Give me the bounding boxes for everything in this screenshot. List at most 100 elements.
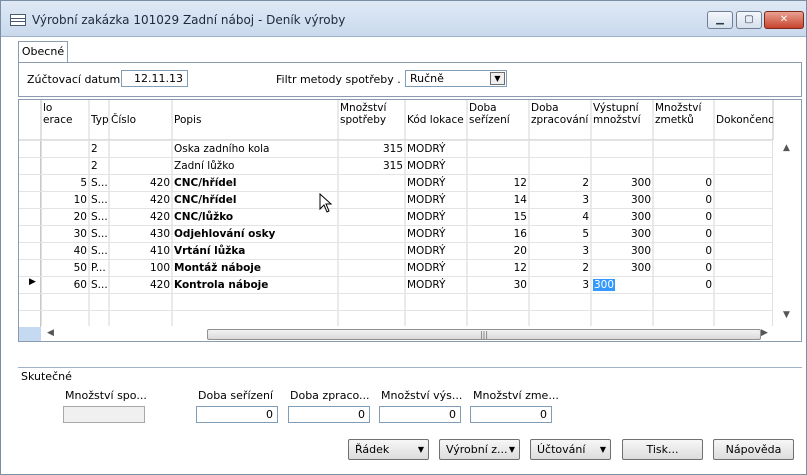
cell-scrap-qty[interactable]: 0 — [653, 226, 714, 242]
cell-finished[interactable] — [714, 260, 773, 276]
header-scrap-qty[interactable]: Množství zmetků — [653, 100, 714, 140]
cell-type[interactable]: S... — [89, 175, 109, 191]
header-finished[interactable]: Dokončeno — [714, 100, 773, 140]
cell-no[interactable]: 420 — [109, 192, 172, 208]
cell-no[interactable]: 420 — [109, 277, 172, 293]
cell-no[interactable]: 420 — [109, 175, 172, 191]
header-output-qty[interactable]: Výstupní množství — [591, 100, 653, 140]
cell-consumption-qty[interactable] — [338, 277, 405, 293]
cell-description[interactable]: Zadní lůžko — [172, 158, 338, 174]
cell-finished[interactable] — [714, 192, 773, 208]
cell-run-time[interactable]: 3 — [529, 192, 591, 208]
cell-output-qty[interactable]: 300 — [591, 243, 653, 259]
cell-setup-time[interactable]: 16 — [467, 226, 529, 242]
cell-output-qty[interactable]: 300 — [591, 277, 653, 293]
cell-type[interactable]: P... — [89, 260, 109, 276]
horizontal-scrollbar[interactable]: ◀ ||| ▶ — [41, 326, 773, 341]
cell-scrap-qty[interactable]: 0 — [653, 209, 714, 225]
cell-setup-time[interactable]: 12 — [467, 175, 529, 191]
cell-location-code[interactable]: MODRÝ — [405, 158, 467, 174]
cell-location-code[interactable]: MODRÝ — [405, 175, 467, 191]
cell-location-code[interactable]: MODRÝ — [405, 277, 467, 293]
cell-run-time[interactable]: 5 — [529, 226, 591, 242]
table-row[interactable]: 30 S... 430 Odjehlování osky MODRÝ 16 5 300 0 — [19, 225, 773, 242]
cell-output-qty[interactable]: 300 — [591, 260, 653, 276]
cell-setup-time[interactable]: 30 — [467, 277, 529, 293]
cell-no[interactable] — [109, 141, 172, 157]
cell-operation-no[interactable]: 20 — [41, 209, 89, 225]
cell-finished[interactable] — [714, 158, 773, 174]
row-selector[interactable] — [19, 141, 41, 157]
cell-type[interactable]: 2 — [89, 158, 109, 174]
cell-operation-no[interactable]: 10 — [41, 192, 89, 208]
cell-consumption-qty[interactable]: 315 — [338, 141, 405, 157]
cell-output-qty[interactable]: 300 — [591, 175, 653, 191]
scroll-up-icon[interactable]: ▲ — [783, 143, 790, 153]
actual-output-qty-field[interactable]: 0 — [379, 406, 461, 423]
cell-description[interactable]: CNC/hřídel — [172, 175, 338, 191]
cell-scrap-qty[interactable]: 0 — [653, 243, 714, 259]
cell-scrap-qty[interactable] — [653, 141, 714, 157]
cell-scrap-qty[interactable]: 0 — [653, 175, 714, 191]
cell-output-qty[interactable] — [591, 158, 653, 174]
selected-output-value[interactable]: 300 — [593, 279, 616, 291]
table-row[interactable]: ▶ 60 S... 420 Kontrola náboje MODRÝ 30 3 300 0 — [19, 276, 773, 293]
row-selector[interactable] — [19, 158, 41, 174]
cell-scrap-qty[interactable]: 0 — [653, 192, 714, 208]
cell-operation-no[interactable]: 60 — [41, 277, 89, 293]
cell-run-time[interactable]: 3 — [529, 277, 591, 293]
cell-location-code[interactable]: MODRÝ — [405, 260, 467, 276]
header-description[interactable]: Popis — [172, 100, 338, 140]
cell-finished[interactable] — [714, 141, 773, 157]
cell-type[interactable]: 2 — [89, 141, 109, 157]
row-selector[interactable] — [19, 311, 41, 327]
cell-run-time[interactable]: 3 — [529, 243, 591, 259]
production-order-menu-button[interactable]: Výrobní z... ▼ — [439, 439, 520, 460]
table-row[interactable]: 20 S... 420 CNC/lůžko MODRÝ 15 4 300 0 — [19, 208, 773, 225]
cell-description[interactable]: CNC/hřídel — [172, 192, 338, 208]
cell-type[interactable]: S... — [89, 277, 109, 293]
help-button[interactable]: Nápověda — [713, 439, 794, 460]
tab-general[interactable]: Obecné — [18, 41, 68, 63]
table-row[interactable] — [19, 310, 773, 327]
maximize-button[interactable]: ▢ — [736, 11, 762, 29]
vertical-scrollbar[interactable]: ▲ ▼ — [773, 140, 801, 326]
table-row[interactable]: 2 Oska zadního kola 315 MODRÝ — [19, 140, 773, 157]
cell-setup-time[interactable]: 15 — [467, 209, 529, 225]
table-row[interactable]: 40 S... 410 Vrtání lůžka MODRÝ 20 3 300 0 — [19, 242, 773, 259]
cell-output-qty[interactable]: 300 — [591, 192, 653, 208]
actual-scrap-qty-field[interactable]: 0 — [470, 406, 552, 423]
line-menu-button[interactable]: Řádek ▼ — [348, 439, 429, 460]
cell-finished[interactable] — [714, 277, 773, 293]
posting-menu-button[interactable]: Účtování ▼ — [530, 439, 611, 460]
row-selector[interactable] — [19, 226, 41, 242]
cell-run-time[interactable]: 2 — [529, 175, 591, 191]
header-type[interactable]: Typ — [89, 100, 109, 140]
scroll-left-icon[interactable]: ◀ — [47, 328, 54, 338]
cell-type[interactable]: S... — [89, 243, 109, 259]
cell-setup-time[interactable]: 20 — [467, 243, 529, 259]
print-button[interactable]: Tisk... — [622, 439, 703, 460]
cell-output-qty[interactable]: 300 — [591, 226, 653, 242]
title-bar[interactable]: Výrobní zakázka 101029 Zadní náboj - Den… — [1, 1, 806, 37]
cell-location-code[interactable]: MODRÝ — [405, 192, 467, 208]
actual-setup-time-field[interactable]: 0 — [196, 406, 278, 423]
cell-setup-time[interactable]: 12 — [467, 260, 529, 276]
cell-finished[interactable] — [714, 226, 773, 242]
cell-operation-no[interactable]: 30 — [41, 226, 89, 242]
cell-operation-no[interactable]: 5 — [41, 175, 89, 191]
scroll-right-icon[interactable]: ▶ — [761, 328, 768, 338]
table-row[interactable] — [19, 293, 773, 310]
flushing-method-filter-select[interactable]: Ručně ▼ — [405, 70, 507, 87]
table-row[interactable]: 5 S... 420 CNC/hřídel MODRÝ 12 2 300 0 — [19, 174, 773, 191]
cell-run-time[interactable] — [529, 141, 591, 157]
cell-no[interactable]: 420 — [109, 209, 172, 225]
scroll-down-icon[interactable]: ▼ — [783, 310, 790, 320]
row-selector[interactable]: ▶ — [19, 277, 41, 293]
horizontal-scroll-thumb[interactable]: ||| — [207, 329, 761, 340]
cell-operation-no[interactable] — [41, 158, 89, 174]
header-consumption-qty[interactable]: Množství spotřeby — [338, 100, 405, 140]
close-button[interactable]: ✕ — [764, 11, 804, 29]
header-run-time[interactable]: Doba zpracování — [529, 100, 591, 140]
cell-description[interactable]: Montáž náboje — [172, 260, 338, 276]
